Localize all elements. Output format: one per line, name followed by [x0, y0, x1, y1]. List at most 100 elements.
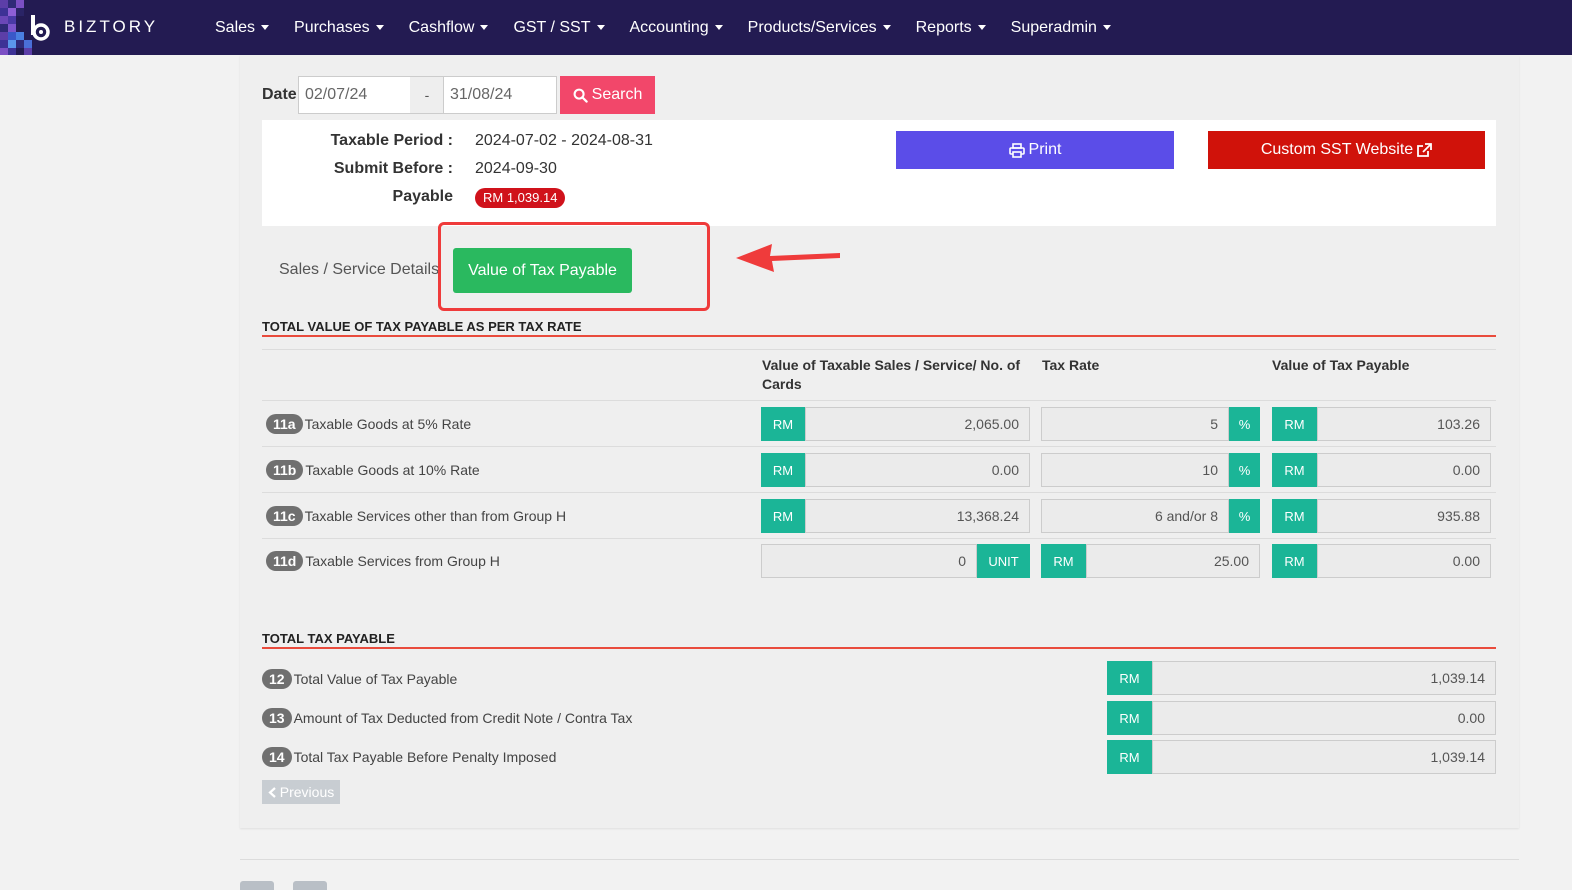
tab-sales-service-details[interactable]: Sales / Service Details: [279, 261, 439, 279]
previous-button-label: Previous: [279, 784, 335, 800]
nav-gst-sst[interactable]: GST / SST: [513, 19, 605, 37]
row-11b-taxable-value[interactable]: 0.00: [805, 453, 1030, 487]
print-button-label: Print: [1028, 141, 1062, 158]
biztory-logo-icon: [31, 15, 50, 41]
table-header-rule: [262, 400, 1496, 401]
caret-down-icon: [714, 25, 723, 30]
row-11d-tax-payable[interactable]: 0.00: [1317, 544, 1491, 578]
caret-down-icon: [882, 25, 891, 30]
row-13-value[interactable]: 0.00: [1152, 701, 1496, 735]
row-label-text: Amount of Tax Deducted from Credit Note …: [293, 710, 633, 726]
row-11d-cards-count[interactable]: 0: [761, 544, 977, 578]
section-divider: [262, 647, 1496, 649]
row-label-text: Total Tax Payable Before Penalty Imposed: [293, 749, 557, 765]
submit-before-label: Submit Before :: [333, 160, 453, 177]
annotation-highlight-box: [438, 222, 710, 311]
caret-down-icon: [375, 25, 384, 30]
previous-button[interactable]: Previous: [262, 780, 340, 804]
row-11a-taxable-value[interactable]: 2,065.00: [805, 407, 1030, 441]
row-11c-label: 11c Taxable Services other than from Gro…: [266, 506, 566, 526]
caret-down-icon: [1102, 25, 1111, 30]
row-11c-taxable-value[interactable]: 13,368.24: [805, 499, 1030, 533]
row-code-badge: 11a: [266, 414, 303, 434]
row-11d-tax-rate[interactable]: 25.00: [1086, 544, 1260, 578]
main-menu: Sales Purchases Cashflow GST / SST Accou…: [215, 0, 1136, 55]
row-11c-tax-rate[interactable]: 6 and/or 8: [1041, 499, 1229, 533]
row-label-text: Taxable Services other than from Group H: [304, 508, 567, 524]
row-11b-label: 11b Taxable Goods at 10% Rate: [266, 460, 480, 480]
nav-superadmin[interactable]: Superadmin: [1011, 19, 1111, 37]
date-from-input[interactable]: [298, 76, 411, 114]
row-code-badge: 11b: [266, 460, 304, 480]
print-icon: [1008, 142, 1025, 158]
chevron-left-icon: [268, 786, 276, 798]
percent-addon: %: [1229, 453, 1260, 487]
row-11a-tax-rate[interactable]: 5: [1041, 407, 1229, 441]
date-to-input[interactable]: [443, 76, 557, 114]
footer-divider: [240, 859, 1519, 860]
row-11d-label: 11d Taxable Services from Group H: [266, 551, 500, 571]
row-12-label: 12 Total Value of Tax Payable: [262, 669, 457, 689]
brand-name: BIZTORY: [64, 17, 159, 36]
section-divider: [262, 335, 1496, 337]
unit-addon: UNIT: [977, 544, 1030, 578]
rm-addon: RM: [1107, 701, 1152, 735]
percent-addon: %: [1229, 499, 1260, 533]
caret-down-icon: [480, 25, 489, 30]
print-button[interactable]: Print: [896, 131, 1174, 169]
row-11a-label: 11a Taxable Goods at 5% Rate: [266, 414, 471, 434]
caret-down-icon: [596, 25, 605, 30]
section-total-tax-title: TOTAL TAX PAYABLE: [262, 631, 395, 646]
percent-addon: %: [1229, 407, 1260, 441]
search-button[interactable]: Search: [560, 76, 655, 114]
payable-label: Payable: [392, 188, 453, 205]
external-link-icon: [1417, 142, 1433, 157]
annotation-arrow-icon: [736, 244, 840, 272]
section-tax-rate-title: TOTAL VALUE OF TAX PAYABLE AS PER TAX RA…: [262, 319, 582, 334]
col-header-tax-payable: Value of Tax Payable: [1272, 357, 1410, 373]
rm-addon: RM: [1272, 499, 1317, 533]
table-top-rule: [262, 349, 1496, 350]
row-code-badge: 11d: [266, 551, 304, 571]
footer-button-stub[interactable]: [293, 881, 327, 890]
row-11b-tax-payable[interactable]: 0.00: [1317, 453, 1491, 487]
row-14-value[interactable]: 1,039.14: [1152, 740, 1496, 774]
rm-addon: RM: [1272, 453, 1317, 487]
row-12-value[interactable]: 1,039.14: [1152, 661, 1496, 695]
custom-sst-website-label: Custom SST Website: [1260, 141, 1414, 158]
search-icon: [573, 88, 588, 103]
row-code-badge: 12: [262, 669, 292, 689]
row-label-text: Taxable Goods at 5% Rate: [304, 416, 472, 432]
row-label-text: Taxable Services from Group H: [305, 553, 500, 569]
nav-reports[interactable]: Reports: [916, 19, 986, 37]
rm-addon: RM: [1272, 544, 1317, 578]
row-11a-tax-payable[interactable]: 103.26: [1317, 407, 1491, 441]
col-header-tax-rate: Tax Rate: [1042, 357, 1100, 373]
top-navbar: BIZTORY Sales Purchases Cashflow GST / S…: [0, 0, 1572, 55]
rm-addon: RM: [1041, 544, 1086, 578]
row-14-label: 14 Total Tax Payable Before Penalty Impo…: [262, 747, 556, 767]
row-11c-tax-payable[interactable]: 935.88: [1317, 499, 1491, 533]
caret-down-icon: [977, 25, 986, 30]
search-button-label: Search: [591, 86, 643, 103]
row-rule: [262, 446, 1496, 447]
row-rule: [262, 538, 1496, 539]
nav-purchases[interactable]: Purchases: [294, 19, 384, 37]
footer-button-stub[interactable]: [240, 881, 274, 890]
nav-accounting[interactable]: Accounting: [630, 19, 723, 37]
date-label: Date: [262, 86, 297, 103]
submit-before-value: 2024-09-30: [475, 160, 557, 177]
taxable-period-value: 2024-07-02 - 2024-08-31: [475, 132, 653, 149]
nav-products-services[interactable]: Products/Services: [748, 19, 891, 37]
nav-sales[interactable]: Sales: [215, 19, 270, 37]
taxable-period-label: Taxable Period :: [330, 132, 453, 149]
nav-cashflow[interactable]: Cashflow: [409, 19, 489, 37]
row-11b-tax-rate[interactable]: 10: [1041, 453, 1229, 487]
rm-addon: RM: [761, 453, 805, 487]
rm-addon: RM: [1107, 661, 1152, 695]
date-separator: -: [410, 76, 444, 114]
row-label-text: Total Value of Tax Payable: [293, 671, 458, 687]
rm-addon: RM: [761, 499, 805, 533]
custom-sst-website-button[interactable]: Custom SST Website: [1208, 131, 1485, 169]
row-label-text: Taxable Goods at 10% Rate: [305, 462, 480, 478]
